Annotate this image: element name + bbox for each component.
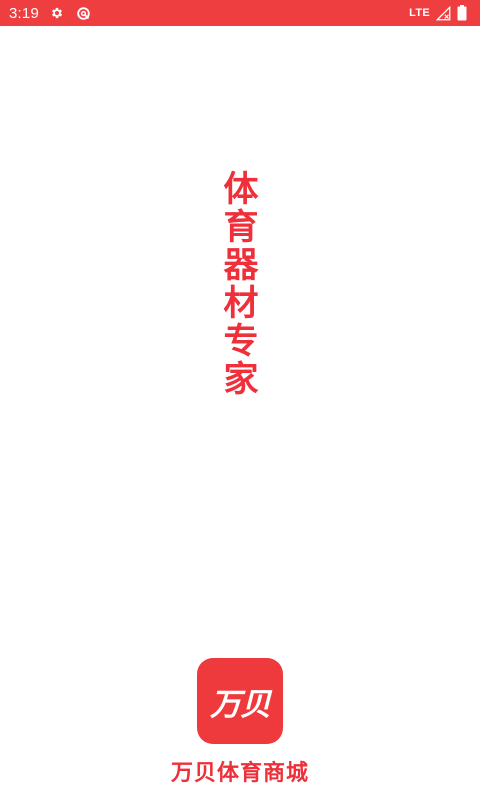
status-bar-left: 3:19	[9, 5, 91, 22]
network-type-label: LTE	[409, 7, 430, 19]
battery-icon	[454, 5, 470, 21]
slogan-char: 育	[223, 208, 259, 248]
status-bar-right: LTE	[409, 5, 470, 21]
gear-icon	[49, 5, 65, 21]
app-name: 万贝体育商城	[170, 761, 309, 786]
status-time: 3:19	[9, 4, 39, 22]
slogan-char: 专	[223, 322, 259, 362]
slogan-char: 器	[223, 246, 259, 286]
slogan-char: 家	[223, 360, 259, 400]
sync-icon	[75, 5, 91, 21]
status-bar: 3:19 LTE	[0, 0, 480, 26]
slogan-char: 体	[223, 170, 259, 210]
slogan-char: 材	[223, 284, 259, 324]
slogan: 体 育 器 材 专 家	[219, 171, 263, 399]
app-logo: 万贝	[197, 658, 283, 744]
splash-screen: 3:19 LTE 体 育 器 材 专 家 万贝 万贝体育商城	[0, 0, 480, 800]
app-logo-text: 万贝	[210, 686, 271, 723]
signal-icon	[435, 5, 451, 21]
